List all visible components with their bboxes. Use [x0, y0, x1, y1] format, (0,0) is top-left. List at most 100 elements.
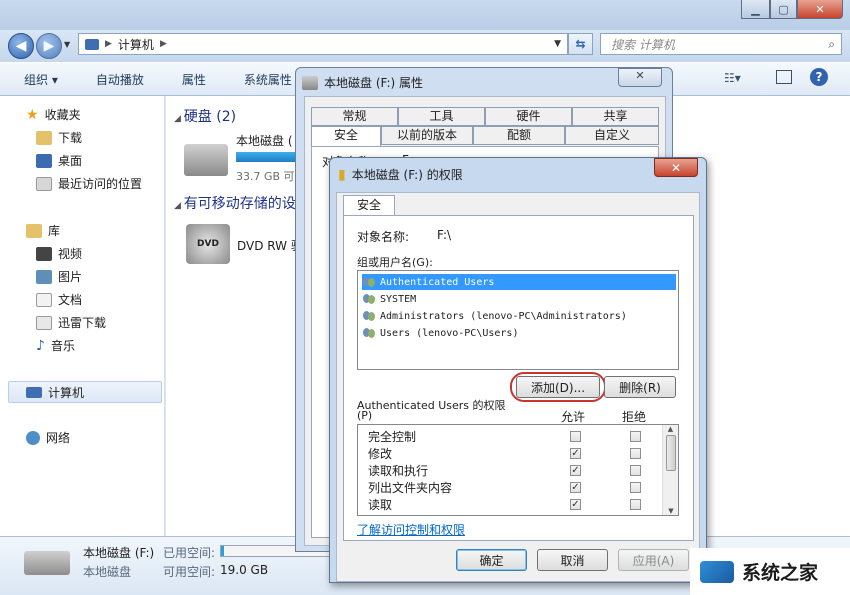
search-icon: ⌕: [828, 36, 835, 51]
deny-checkbox[interactable]: [630, 465, 641, 476]
allow-checkbox[interactable]: [570, 431, 581, 442]
deny-checkbox[interactable]: [630, 448, 641, 459]
deny-checkbox[interactable]: [630, 499, 641, 510]
document-icon: [36, 292, 52, 307]
perm-header: Authenticated Users 的权限: [357, 399, 506, 412]
details-drive-icon: [24, 551, 70, 575]
details-used-label: 已用空间:: [163, 546, 216, 560]
user-group-icon: [362, 310, 376, 322]
computer-icon: [26, 387, 42, 398]
perm-list-scrollbar[interactable]: ▲ ▼: [662, 425, 678, 515]
tab-quota[interactable]: 配额: [473, 126, 565, 145]
perm-row-read: 读取: [368, 498, 393, 512]
star-icon: ★: [26, 106, 39, 123]
list-item-administrators[interactable]: Administrators (lenovo-PC\Administrators…: [362, 308, 676, 324]
breadcrumb-computer[interactable]: 计算机: [118, 36, 154, 53]
back-arrow-icon: ◀: [15, 38, 27, 54]
properties-titlebar: 本地磁盘 (F:) 属性: [302, 74, 423, 91]
allow-checkbox[interactable]: ✓: [570, 499, 581, 510]
allow-checkbox[interactable]: ✓: [570, 482, 581, 493]
dvd-drive-label[interactable]: DVD RW 驱: [237, 237, 303, 254]
address-bar[interactable]: ▶ 计算机 ▶ ▼: [78, 33, 568, 55]
permissions-close-button[interactable]: ✕: [654, 158, 698, 177]
access-control-link[interactable]: 了解访问控制和权限: [357, 521, 465, 538]
view-options-icon[interactable]: ☷▾: [724, 71, 741, 85]
list-item-users[interactable]: Users (lenovo-PC\Users): [362, 325, 676, 341]
group-user-label: 组或用户名(G):: [357, 256, 433, 269]
sidebar-favorites[interactable]: ★ 收藏夹: [26, 106, 81, 123]
scroll-down-icon[interactable]: ▼: [663, 507, 679, 515]
title-bar: [0, 0, 850, 30]
group-header-hdd[interactable]: ◢ 硬盘 (2): [174, 106, 236, 126]
user-list[interactable]: Authenticated Users SYSTEM Administrator…: [357, 270, 679, 370]
tab-tools[interactable]: 工具: [398, 107, 485, 126]
refresh-button[interactable]: ⇆: [568, 33, 593, 55]
search-input[interactable]: 搜索 计算机 ⌕: [600, 33, 842, 55]
sidebar-item-computer[interactable]: 计算机: [26, 384, 84, 401]
list-item-system[interactable]: SYSTEM: [362, 291, 676, 307]
address-dropdown-icon[interactable]: ▼: [554, 39, 561, 49]
sidebar-item-downloads[interactable]: 下载: [36, 129, 82, 146]
details-free-label: 可用空间:: [163, 565, 216, 579]
chevron-right-icon: ▶: [159, 39, 167, 49]
sidebar-item-videos[interactable]: 视频: [36, 245, 82, 262]
sidebar-item-desktop[interactable]: 桌面: [36, 152, 82, 169]
downloads-folder-icon: [36, 130, 52, 145]
cancel-button[interactable]: 取消: [537, 549, 608, 571]
tab-security[interactable]: 安全: [311, 126, 381, 147]
sidebar-item-music[interactable]: ♪ 音乐: [36, 337, 75, 354]
back-button[interactable]: ◀: [8, 33, 34, 59]
sidebar-item-thunder[interactable]: 迅雷下载: [36, 314, 106, 331]
allow-checkbox[interactable]: ✓: [570, 448, 581, 459]
allow-checkbox[interactable]: ✓: [570, 465, 581, 476]
list-item-authenticated-users[interactable]: Authenticated Users: [362, 274, 676, 290]
refresh-icon: ⇆: [575, 37, 586, 51]
scroll-up-icon[interactable]: ▲: [663, 425, 678, 433]
thunder-download-icon: [36, 315, 52, 330]
tab-sharing[interactable]: 共享: [572, 107, 659, 126]
folder-icon: ▮: [338, 166, 346, 183]
perm-object-label: 对象名称:: [357, 230, 410, 244]
sidebar-libraries[interactable]: 库: [26, 222, 60, 239]
maximize-button[interactable]: ▢: [770, 0, 797, 19]
tab-previous-versions[interactable]: 以前的版本: [381, 126, 473, 145]
picture-icon: [36, 269, 52, 284]
tab-general[interactable]: 常规: [311, 107, 398, 126]
deny-checkbox[interactable]: [630, 482, 641, 493]
properties-button[interactable]: 属性: [158, 71, 220, 88]
sidebar-item-documents[interactable]: 文档: [36, 291, 82, 308]
system-properties-button[interactable]: 系统属性: [220, 71, 306, 88]
close-button[interactable]: ✕: [797, 0, 843, 19]
sidebar-item-pictures[interactable]: 图片: [36, 268, 82, 285]
organize-button[interactable]: 组织 ▾: [0, 71, 72, 88]
forward-button[interactable]: ▶: [36, 33, 62, 59]
perm-header-key: (P): [357, 409, 373, 422]
tab-hardware[interactable]: 硬件: [485, 107, 572, 126]
sidebar-item-recent[interactable]: 最近访问的位置: [36, 175, 142, 192]
computer-icon: [85, 38, 99, 50]
drive-f-usage-bar: [236, 152, 298, 162]
collapse-icon: ◢: [174, 201, 184, 211]
minimize-button[interactable]: ▁: [741, 0, 770, 19]
help-icon[interactable]: ?: [810, 68, 828, 86]
sidebar-item-network[interactable]: 网络: [26, 429, 70, 446]
apply-button[interactable]: 应用(A): [618, 549, 689, 571]
user-group-icon: [362, 276, 376, 288]
perm-object-value: F:\: [437, 228, 452, 242]
properties-close-button[interactable]: ✕: [618, 68, 662, 87]
scroll-thumb[interactable]: [665, 435, 676, 471]
autoplay-button[interactable]: 自动播放: [72, 71, 158, 88]
ok-button[interactable]: 确定: [456, 549, 527, 571]
collapse-icon: ◢: [174, 114, 184, 124]
remove-button[interactable]: 删除(R): [604, 376, 676, 398]
recent-pages-icon[interactable]: ▼: [64, 40, 70, 49]
drive-f-label[interactable]: 本地磁盘 (: [236, 132, 293, 149]
group-header-removable[interactable]: ◢ 有可移动存储的设: [174, 193, 296, 213]
tab-customize[interactable]: 自定义: [565, 126, 659, 145]
navigation-pane: ★ 收藏夹 下载 桌面 最近访问的位置 库 视频 图片 文档 迅雷下载 ♪ 音乐 计…: [0, 96, 165, 536]
preview-pane-icon[interactable]: [776, 70, 792, 84]
deny-checkbox[interactable]: [630, 431, 641, 442]
tab-security-perm[interactable]: 安全: [343, 195, 395, 216]
drive-icon: [302, 75, 318, 90]
library-icon: [26, 223, 42, 238]
